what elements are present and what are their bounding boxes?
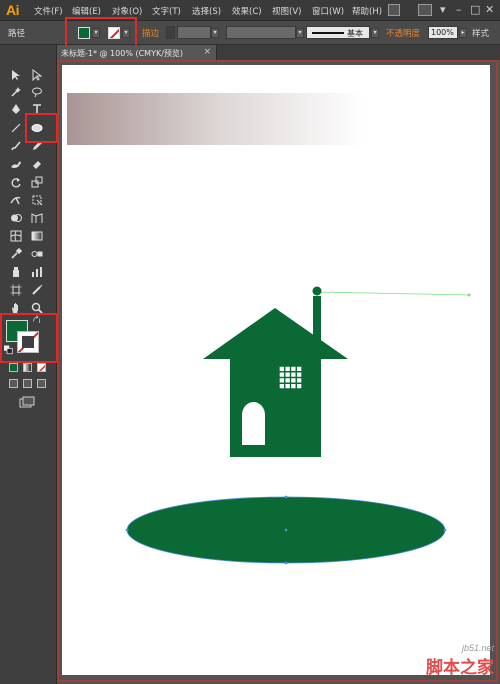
menu-help[interactable]: 帮助(H)	[352, 5, 382, 17]
ellipse-anchor-top	[284, 495, 288, 499]
blend-tool-icon[interactable]	[30, 247, 44, 261]
profile-dropdown-icon[interactable]: ▾	[296, 28, 304, 38]
styles-label: 样式	[472, 29, 490, 39]
swap-fill-stroke-icon[interactable]	[32, 314, 41, 324]
document-tab[interactable]: 未标题-1* @ 100% (CMYK/预览) ×	[57, 45, 217, 60]
type-tool-icon[interactable]	[30, 102, 44, 116]
ellipse-anchor-left	[125, 528, 129, 532]
stroke-style-text: 基本	[347, 29, 363, 38]
house-window	[278, 365, 303, 390]
ellipse-center-point	[284, 528, 288, 532]
stroke-weight-stepper[interactable]	[166, 26, 175, 39]
tools-panel	[0, 45, 57, 684]
opacity-field[interactable]: 100%	[428, 26, 458, 39]
gradient-tool-icon[interactable]	[30, 229, 44, 243]
stroke-dropdown-icon[interactable]: ▾	[122, 28, 130, 38]
fill-color-swatch[interactable]	[78, 27, 90, 39]
eraser-tool-icon[interactable]	[30, 157, 44, 171]
selection-guide-line	[316, 291, 470, 296]
house-door	[242, 402, 265, 445]
shape-builder-tool-icon[interactable]	[9, 211, 23, 225]
gradient-mode-icon[interactable]	[23, 363, 32, 372]
house-chimney	[313, 296, 321, 341]
screen-mode-icon[interactable]	[18, 395, 36, 409]
free-transform-tool-icon[interactable]	[30, 193, 44, 207]
none-mode-icon[interactable]	[37, 363, 46, 372]
menu-view[interactable]: 视图(V)	[272, 5, 301, 17]
watermark: jb51.net 脚本之家	[426, 643, 494, 678]
maximize-icon[interactable]: □	[470, 3, 480, 16]
scale-tool-icon[interactable]	[30, 175, 44, 189]
menu-select[interactable]: 选择(S)	[192, 5, 221, 17]
line-segment-tool-icon[interactable]	[9, 121, 23, 135]
brush-dropdown-icon[interactable]: ▾	[371, 28, 379, 38]
stroke-color-box[interactable]	[17, 331, 39, 353]
house-roof	[203, 308, 348, 359]
ellipse-anchor-bottom	[284, 561, 288, 565]
selection-tool-icon[interactable]	[9, 68, 23, 82]
close-tab-icon[interactable]: ×	[203, 47, 211, 57]
artboard-tool-icon[interactable]	[9, 283, 23, 297]
opacity-value: 100%	[431, 28, 454, 37]
rotate-tool-icon[interactable]	[9, 175, 23, 189]
menu-bar: Ai 文件(F) 编辑(E) 对象(O) 文字(T) 选择(S) 效果(C) 视…	[0, 0, 500, 21]
draw-normal-icon[interactable]	[9, 379, 18, 388]
menu-edit[interactable]: 编辑(E)	[72, 5, 101, 17]
workspace-dropdown-icon[interactable]: ▾	[440, 3, 446, 16]
menu-effect[interactable]: 效果(C)	[232, 5, 262, 17]
blob-brush-tool-icon[interactable]	[9, 157, 23, 171]
fill-dropdown-icon[interactable]: ▾	[92, 28, 100, 38]
ellipse-anchor-right	[443, 528, 447, 532]
column-graph-tool-icon[interactable]	[30, 265, 44, 279]
symbol-sprayer-tool-icon[interactable]	[9, 265, 23, 279]
app-logo: Ai	[6, 2, 20, 18]
warp-tool-icon[interactable]	[9, 193, 23, 207]
paintbrush-tool-icon[interactable]	[9, 139, 23, 153]
stroke-weight-dropdown-icon[interactable]: ▾	[211, 28, 219, 38]
default-fill-stroke-icon[interactable]	[4, 345, 13, 354]
variable-width-profile[interactable]	[226, 26, 296, 39]
perspective-grid-tool-icon[interactable]	[30, 211, 44, 225]
opacity-label[interactable]: 不透明度	[386, 27, 420, 39]
slice-tool-icon[interactable]	[30, 283, 44, 297]
color-mode-icon[interactable]	[9, 363, 18, 372]
menu-file[interactable]: 文件(F)	[34, 5, 63, 17]
bridge-icon[interactable]	[388, 4, 400, 16]
stroke-weight-field[interactable]	[177, 26, 211, 39]
opacity-dropdown-icon[interactable]: ▸	[459, 28, 467, 38]
eyedropper-tool-icon[interactable]	[9, 247, 23, 261]
direct-selection-tool-icon[interactable]	[30, 68, 44, 82]
close-window-icon[interactable]: ✕	[485, 3, 494, 16]
menu-type[interactable]: 文字(T)	[152, 5, 181, 17]
mesh-tool-icon[interactable]	[9, 229, 23, 243]
magic-wand-tool-icon[interactable]	[9, 85, 23, 99]
menu-object[interactable]: 对象(O)	[112, 5, 142, 17]
brush-definition[interactable]: 基本	[306, 26, 370, 39]
arrange-documents-icon[interactable]	[418, 4, 432, 16]
minimize-icon[interactable]: –	[456, 3, 462, 16]
canvas-area[interactable]: jb51.net 脚本之家	[57, 60, 500, 684]
watermark-site: jb51.net	[461, 643, 494, 653]
menu-window[interactable]: 窗口(W)	[312, 5, 344, 17]
stroke-line-preview	[312, 32, 344, 34]
stroke-label[interactable]: 描边	[142, 27, 159, 39]
draw-behind-icon[interactable]	[23, 379, 32, 388]
chimney-smoke-dot	[312, 286, 322, 296]
control-bar: 路径 ▾ ▾ 描边 ▾ ▾ 基本 ▾ 不透明度 100% ▸ 样式	[0, 21, 500, 45]
object-type-label: 路径	[8, 29, 26, 39]
artwork-layer	[125, 286, 471, 565]
hand-tool-icon[interactable]	[9, 301, 23, 315]
pen-tool-icon[interactable]	[9, 102, 23, 116]
watermark-brand: 脚本之家	[426, 658, 494, 677]
document-tab-strip: 未标题-1* @ 100% (CMYK/预览) ×	[57, 45, 500, 60]
pencil-tool-icon[interactable]	[30, 139, 44, 153]
guide-end-point	[467, 293, 471, 297]
lasso-tool-icon[interactable]	[30, 85, 44, 99]
document-tab-title: 未标题-1* @ 100% (CMYK/预览)	[61, 49, 184, 58]
draw-inside-icon[interactable]	[37, 379, 46, 388]
stroke-color-swatch[interactable]	[108, 27, 120, 39]
ellipse-tool-icon[interactable]	[30, 121, 44, 135]
